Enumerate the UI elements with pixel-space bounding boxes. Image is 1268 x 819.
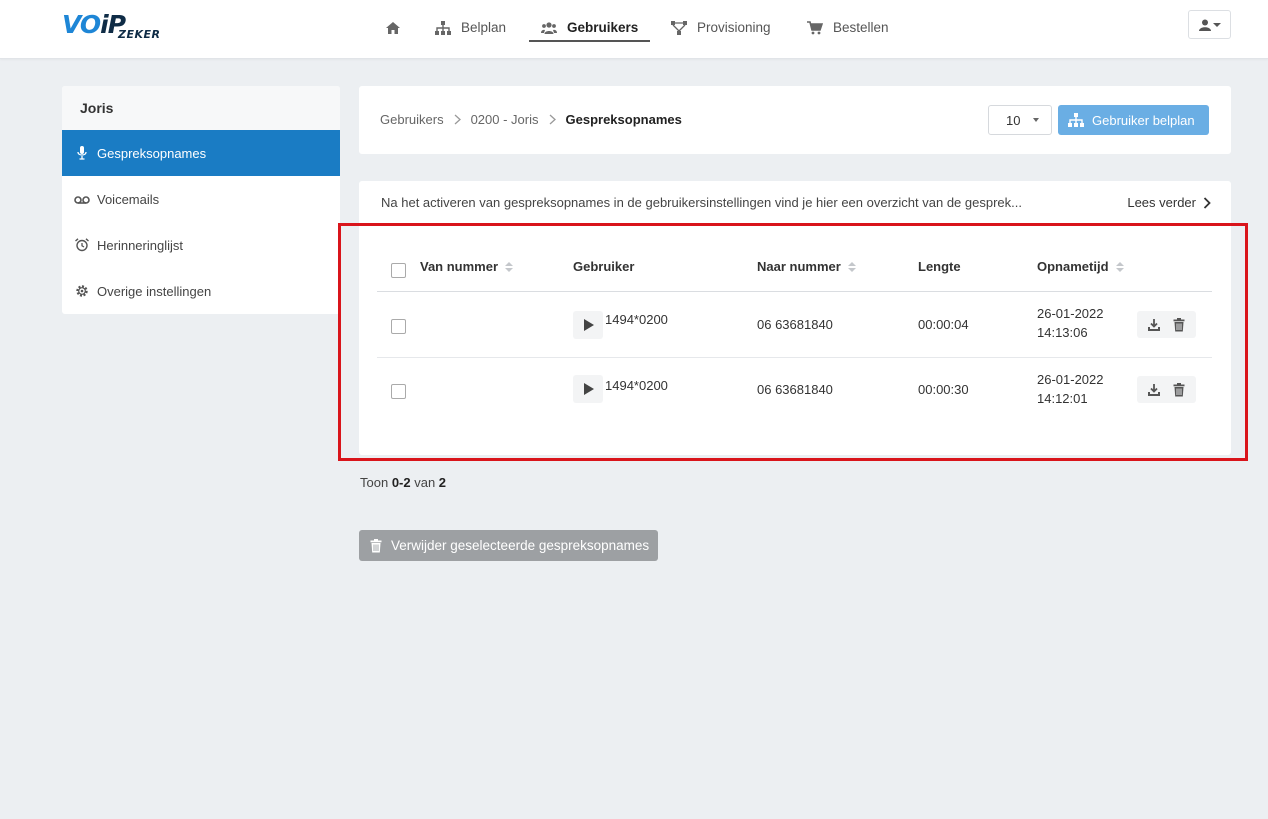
caret-down-icon	[1212, 22, 1221, 27]
sitemap-icon	[435, 20, 451, 35]
sidebar-item-overige-instellingen[interactable]: Overige instellingen	[62, 268, 340, 314]
summary-total: 2	[438, 475, 447, 490]
breadcrumb-card: Gebruikers 0200 - Joris Gespreksopnames …	[359, 86, 1231, 154]
sidebar-title: Joris	[62, 86, 340, 130]
nav-gebruikers[interactable]: Gebruikers	[528, 14, 651, 42]
read-more-label: Lees verder	[1127, 195, 1196, 210]
nav-belplan[interactable]: Belplan	[435, 14, 506, 41]
home-icon	[386, 21, 400, 34]
nav-label: Provisioning	[697, 20, 771, 35]
summary-range: 0-2	[391, 475, 411, 490]
caret-down-icon	[1033, 118, 1039, 122]
user-icon	[1198, 19, 1211, 31]
sidebar-item-herinneringlijst[interactable]: Herinneringlijst	[62, 222, 340, 268]
chevron-right-icon	[454, 114, 461, 125]
page-size-value: 10	[1006, 112, 1021, 128]
button-label: Gebruiker belplan	[1092, 112, 1195, 128]
logo-text-a: VO	[62, 10, 101, 39]
sidebar-item-label: Herinneringlijst	[97, 237, 183, 253]
info-text: Na het activeren van gespreksopnames in …	[381, 195, 1022, 210]
sidebar-item-voicemails[interactable]: Voicemails	[62, 176, 340, 222]
user-menu-button[interactable]	[1188, 10, 1231, 39]
voicemail-icon	[74, 196, 90, 204]
network-icon	[671, 20, 687, 35]
nav-home[interactable]	[385, 14, 411, 41]
summary-middle: van	[410, 475, 439, 490]
pagination-summary: Toon 0-2 van 2	[360, 475, 446, 490]
sitemap-icon	[1068, 113, 1084, 127]
nav-label: Gebruikers	[567, 20, 639, 35]
chevron-right-icon	[549, 114, 556, 125]
breadcrumb-current: Gespreksopnames	[565, 112, 682, 127]
top-navbar: VOiP ZEKER Belplan Gebruikers Provisioni…	[0, 0, 1268, 59]
gear-icon	[76, 285, 88, 297]
nav-bestellen[interactable]: Bestellen	[807, 14, 889, 41]
delete-selected-button[interactable]: Verwijder geselecteerde gespreksopnames	[359, 530, 658, 561]
sidebar-item-gespreksopnames[interactable]: Gespreksopnames	[62, 130, 340, 176]
voipzeker-logo[interactable]: VOiP ZEKER	[62, 10, 174, 42]
breadcrumb: Gebruikers 0200 - Joris Gespreksopnames	[380, 112, 682, 127]
nav-provisioning[interactable]: Provisioning	[671, 14, 771, 41]
chevron-right-icon	[1203, 196, 1211, 209]
info-row: Na het activeren van gespreksopnames in …	[359, 181, 1231, 225]
gebruiker-belplan-button[interactable]: Gebruiker belplan	[1058, 105, 1209, 135]
breadcrumb-joris[interactable]: 0200 - Joris	[471, 112, 539, 127]
users-icon	[541, 21, 557, 34]
breadcrumb-gebruikers[interactable]: Gebruikers	[380, 112, 444, 127]
sidebar-item-label: Overige instellingen	[97, 283, 212, 299]
cart-icon	[807, 20, 823, 34]
button-label: Verwijder geselecteerde gespreksopnames	[391, 538, 650, 553]
read-more-link[interactable]: Lees verder	[1127, 195, 1211, 210]
nav-label: Belplan	[461, 20, 507, 35]
highlight-box	[338, 223, 1248, 461]
trash-icon	[370, 538, 382, 552]
sidebar-item-label: Gespreksopnames	[97, 145, 207, 161]
page-size-select[interactable]: 10	[988, 105, 1052, 135]
user-sidebar: Joris Gespreksopnames Voicemails Herinne…	[62, 86, 340, 314]
summary-prefix: Toon	[360, 475, 392, 490]
nav-label: Bestellen	[833, 20, 889, 35]
microphone-icon	[77, 146, 87, 160]
sidebar-item-label: Voicemails	[97, 191, 160, 207]
alarm-clock-icon	[75, 238, 89, 252]
logo-subtext: ZEKER	[118, 28, 161, 41]
